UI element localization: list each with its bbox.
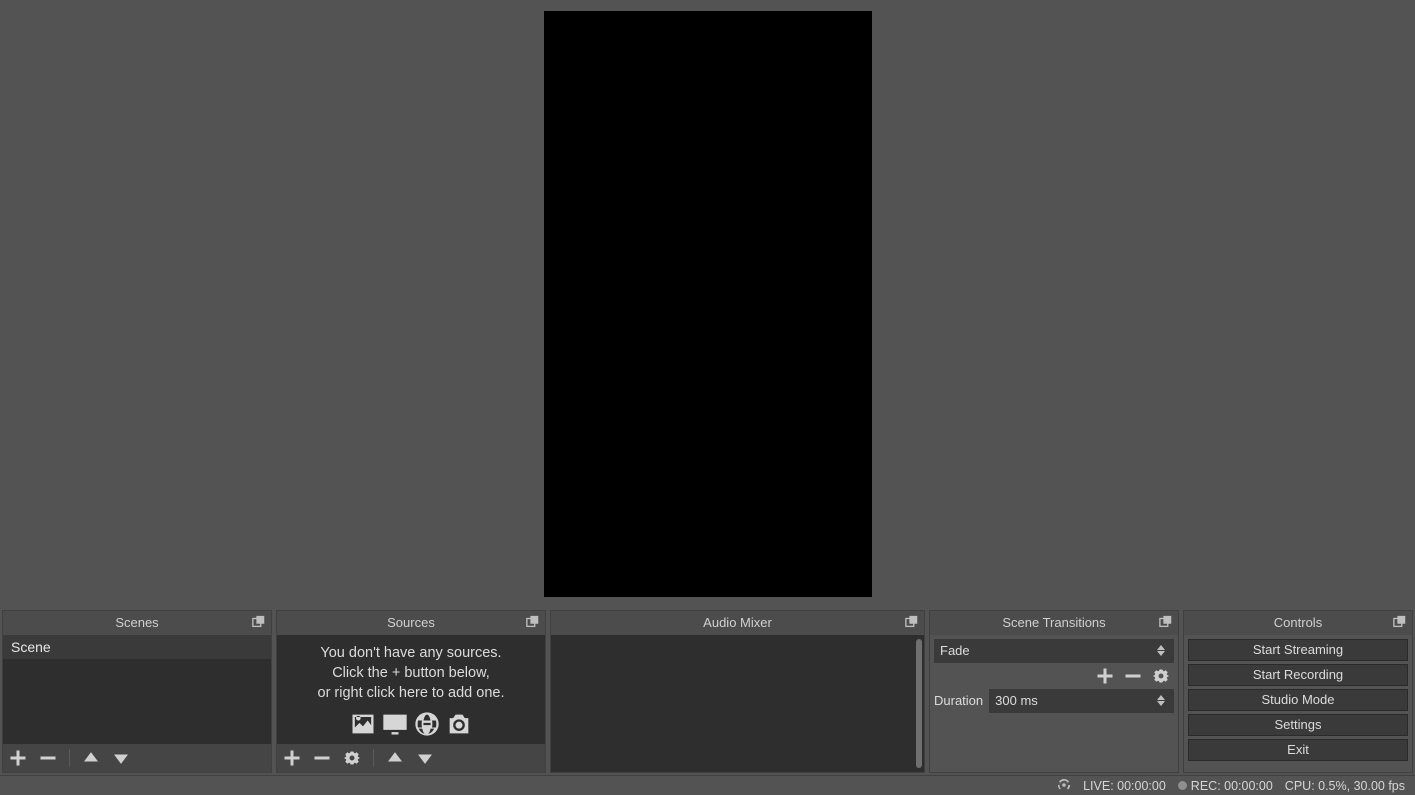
sources-type-icons <box>349 710 473 744</box>
sources-toolbar <box>277 744 545 772</box>
duration-value: 300 ms <box>995 693 1038 708</box>
camera-icon <box>445 710 473 744</box>
signal-icon <box>1057 778 1071 793</box>
status-live: LIVE: 00:00:00 <box>1083 779 1166 793</box>
source-properties-button[interactable] <box>343 749 361 767</box>
status-cpu: CPU: 0.5%, 30.00 fps <box>1285 779 1405 793</box>
transition-selected: Fade <box>940 643 970 658</box>
mixer-header[interactable]: Audio Mixer <box>551 611 924 635</box>
mixer-body[interactable] <box>551 635 924 772</box>
move-scene-up-button[interactable] <box>82 749 100 767</box>
transitions-toolbar <box>934 667 1174 685</box>
controls-title: Controls <box>1274 615 1322 630</box>
popout-icon[interactable] <box>904 614 920 630</box>
audio-mixer-dock: Audio Mixer <box>550 610 925 773</box>
sources-title: Sources <box>387 615 435 630</box>
transition-select[interactable]: Fade <box>934 639 1174 663</box>
globe-icon <box>413 710 441 744</box>
transition-properties-button[interactable] <box>1152 667 1170 685</box>
remove-scene-button[interactable] <box>39 749 57 767</box>
sources-empty-text: You don't have any sources. <box>320 643 501 663</box>
popout-icon[interactable] <box>251 614 267 630</box>
add-scene-button[interactable] <box>9 749 27 767</box>
scenes-toolbar <box>3 744 271 772</box>
transitions-dock: Scene Transitions Fade Duration 300 ms <box>929 610 1179 773</box>
add-transition-button[interactable] <box>1096 667 1114 685</box>
start-recording-button[interactable]: Start Recording <box>1188 664 1408 686</box>
controls-dock: Controls Start Streaming Start Recording… <box>1183 610 1413 773</box>
sources-empty-text: Click the + button below, <box>332 663 490 683</box>
move-source-down-button[interactable] <box>416 749 434 767</box>
exit-button[interactable]: Exit <box>1188 739 1408 761</box>
add-source-button[interactable] <box>283 749 301 767</box>
sources-header[interactable]: Sources <box>277 611 545 635</box>
controls-header[interactable]: Controls <box>1184 611 1412 635</box>
sources-list-empty[interactable]: You don't have any sources. Click the + … <box>277 635 545 744</box>
popout-icon[interactable] <box>525 614 541 630</box>
transitions-header[interactable]: Scene Transitions <box>930 611 1178 635</box>
scenes-list[interactable]: Scene <box>3 635 271 744</box>
status-rec-group: REC: 00:00:00 <box>1178 779 1273 793</box>
popout-icon[interactable] <box>1158 614 1174 630</box>
preview-area <box>0 0 1415 608</box>
settings-button[interactable]: Settings <box>1188 714 1408 736</box>
scenes-dock: Scenes Scene <box>2 610 272 773</box>
remove-transition-button[interactable] <box>1124 667 1142 685</box>
image-icon <box>349 710 377 744</box>
duration-input[interactable]: 300 ms <box>989 689 1174 713</box>
dropdown-arrows-icon <box>1157 641 1171 661</box>
sources-empty-text: or right click here to add one. <box>318 683 505 703</box>
sources-dock: Sources You don't have any sources. Clic… <box>276 610 546 773</box>
preview-canvas[interactable] <box>544 11 872 597</box>
spinner-arrows-icon[interactable] <box>1157 691 1171 711</box>
transitions-title: Scene Transitions <box>1002 615 1105 630</box>
transition-duration-row: Duration 300 ms <box>934 689 1174 713</box>
popout-icon[interactable] <box>1392 614 1408 630</box>
status-rec: REC: 00:00:00 <box>1191 779 1273 793</box>
remove-source-button[interactable] <box>313 749 331 767</box>
mixer-title: Audio Mixer <box>703 615 772 630</box>
monitor-icon <box>381 710 409 744</box>
studio-mode-button[interactable]: Studio Mode <box>1188 689 1408 711</box>
scrollbar[interactable] <box>916 639 922 768</box>
move-source-up-button[interactable] <box>386 749 404 767</box>
scenes-title: Scenes <box>115 615 158 630</box>
start-streaming-button[interactable]: Start Streaming <box>1188 639 1408 661</box>
move-scene-down-button[interactable] <box>112 749 130 767</box>
record-dot-icon <box>1178 781 1187 790</box>
scenes-header[interactable]: Scenes <box>3 611 271 635</box>
dock-row: Scenes Scene Sources <box>0 608 1415 775</box>
duration-label: Duration <box>934 693 983 708</box>
status-bar: LIVE: 00:00:00 REC: 00:00:00 CPU: 0.5%, … <box>0 775 1415 795</box>
scene-item[interactable]: Scene <box>3 635 271 659</box>
